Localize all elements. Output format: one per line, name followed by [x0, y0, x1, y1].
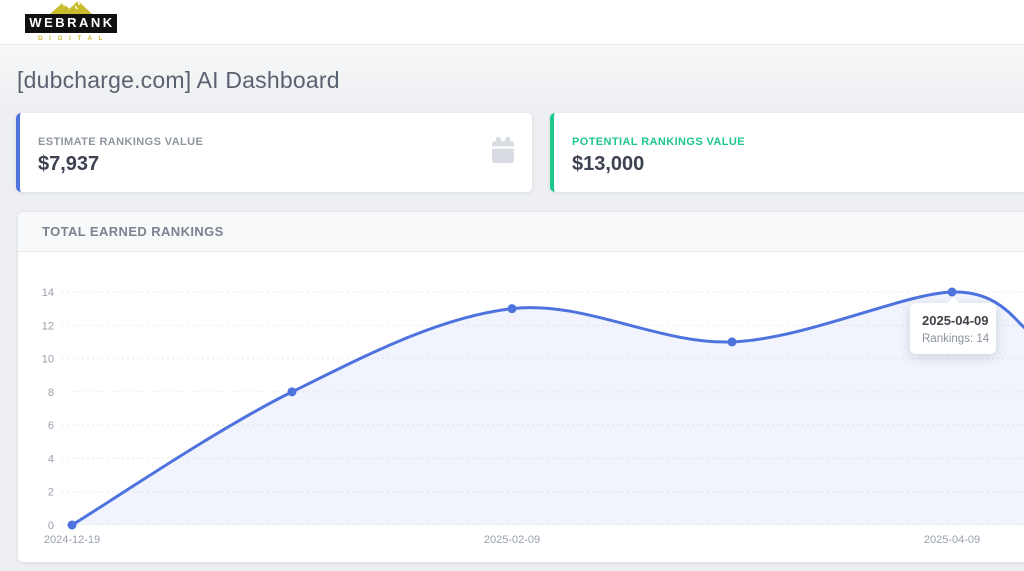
- chart-area-fill: [72, 292, 1024, 525]
- chart-body: 0 2 4 6 8 10 12 14 2024-12-19 2025-02-09 2025-04-0…: [18, 252, 1024, 562]
- logo[interactable]: WEBRANK DIGITAL: [25, 0, 117, 42]
- y-axis-tick-label: 8: [48, 387, 54, 399]
- x-axis-tick-label: 2024-12-19: [44, 534, 100, 546]
- x-axis-tick-label: 2025-04-09: [924, 534, 980, 546]
- y-axis-tick-label: 2: [48, 487, 54, 499]
- estimate-rankings-card: ESTIMATE RANKINGS VALUE $7,937: [16, 113, 532, 192]
- panel-title: TOTAL EARNED RANKINGS: [18, 212, 1024, 252]
- logo-tagline: DIGITAL: [25, 35, 117, 42]
- data-point[interactable]: [508, 304, 517, 313]
- mountain-icon: [48, 0, 94, 14]
- y-axis-tick-label: 6: [48, 420, 54, 432]
- potential-rankings-card: POTENTIAL RANKINGS VALUE $13,000: [550, 113, 1024, 192]
- data-point[interactable]: [288, 387, 297, 396]
- top-header: WEBRANK DIGITAL: [0, 0, 1024, 45]
- y-axis-tick-label: 10: [42, 354, 54, 366]
- rankings-line-chart[interactable]: 0 2 4 6 8 10 12 14 2024-12-19 2025-02-09 2025-04-0…: [18, 252, 1024, 562]
- logo-brand: WEBRANK: [25, 14, 117, 33]
- potential-rankings-label: POTENTIAL RANKINGS VALUE: [572, 136, 1024, 148]
- y-axis-tick-label: 4: [48, 453, 54, 465]
- data-point[interactable]: [728, 337, 737, 346]
- calendar-icon: [489, 136, 517, 166]
- data-point[interactable]: [948, 288, 957, 297]
- chart-tooltip: 2025-04-09 Rankings: 14: [910, 303, 996, 354]
- potential-rankings-value: $13,000: [572, 153, 1024, 176]
- data-point[interactable]: [68, 521, 77, 530]
- tooltip-date: 2025-04-09: [922, 313, 996, 328]
- tooltip-rankings-value: Rankings: 14: [922, 333, 996, 345]
- page-title: [dubcharge.com] AI Dashboard: [17, 67, 340, 94]
- y-axis-tick-label: 14: [42, 287, 54, 299]
- y-axis-tick-label: 12: [42, 320, 54, 332]
- estimate-rankings-label: ESTIMATE RANKINGS VALUE: [38, 136, 532, 148]
- total-earned-rankings-panel: TOTAL EARNED RANKINGS 0 2 4 6 8 10 12 14 2024-12…: [18, 212, 1024, 562]
- estimate-rankings-value: $7,937: [38, 153, 532, 176]
- y-axis-tick-label: 0: [48, 520, 54, 532]
- x-axis-tick-label: 2025-02-09: [484, 534, 540, 546]
